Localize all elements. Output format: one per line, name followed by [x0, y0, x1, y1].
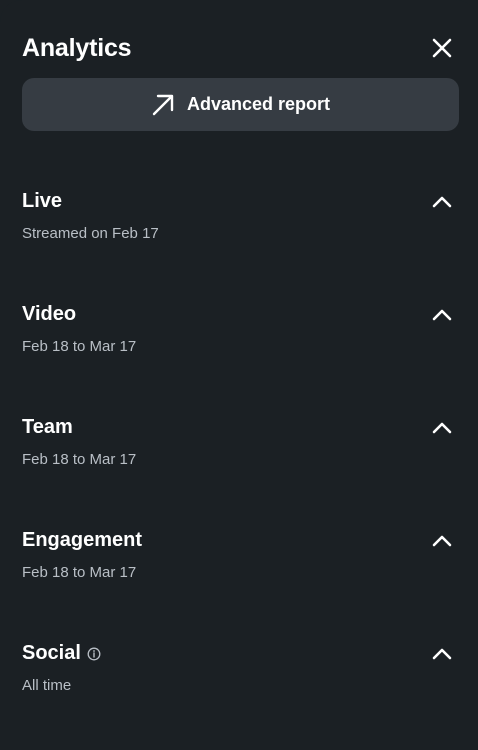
- section-social[interactable]: Social All time: [0, 640, 478, 730]
- chevron-up-icon[interactable]: [430, 529, 454, 553]
- close-icon: [432, 38, 452, 58]
- section-title-text: Video: [22, 303, 77, 325]
- close-button[interactable]: [430, 36, 454, 60]
- section-live[interactable]: Live Streamed on Feb 17: [0, 188, 478, 278]
- section-team[interactable]: Team Feb 18 to Mar 17: [0, 414, 478, 504]
- section-engagement[interactable]: Engagement Feb 18 to Mar 17: [0, 527, 478, 617]
- section-subtitle: Feb 18 to Mar 17: [22, 338, 137, 355]
- info-icon[interactable]: [87, 647, 101, 661]
- section-subtitle: Feb 18 to Mar 17: [22, 564, 137, 581]
- advanced-report-label: Advanced report: [186, 94, 331, 114]
- section-title-text: Engagement: [22, 529, 143, 551]
- section-title: Team: [22, 414, 73, 440]
- section-title: Live: [22, 188, 62, 214]
- advanced-report-button[interactable]: Advanced report: [22, 78, 459, 131]
- chevron-up-icon[interactable]: [430, 190, 454, 214]
- analytics-panel: Analytics Advanced report Live Streamed …: [0, 0, 478, 750]
- section-subtitle: Feb 18 to Mar 17: [22, 451, 137, 468]
- section-title-text: Live: [22, 190, 63, 212]
- section-video[interactable]: Video Feb 18 to Mar 17: [0, 301, 478, 391]
- arrow-up-right-icon: [151, 93, 175, 117]
- section-subtitle: Streamed on Feb 17: [22, 225, 159, 242]
- chevron-up-icon[interactable]: [430, 416, 454, 440]
- section-title: Engagement: [22, 527, 142, 553]
- panel-title: Analytics: [22, 34, 132, 62]
- chevron-up-icon[interactable]: [430, 642, 454, 666]
- section-title-text: Social: [22, 642, 81, 664]
- section-title: Social: [22, 640, 101, 666]
- section-subtitle: All time: [22, 677, 72, 694]
- section-title-text: Team: [22, 416, 73, 438]
- section-title: Video: [22, 301, 76, 327]
- chevron-up-icon[interactable]: [430, 303, 454, 327]
